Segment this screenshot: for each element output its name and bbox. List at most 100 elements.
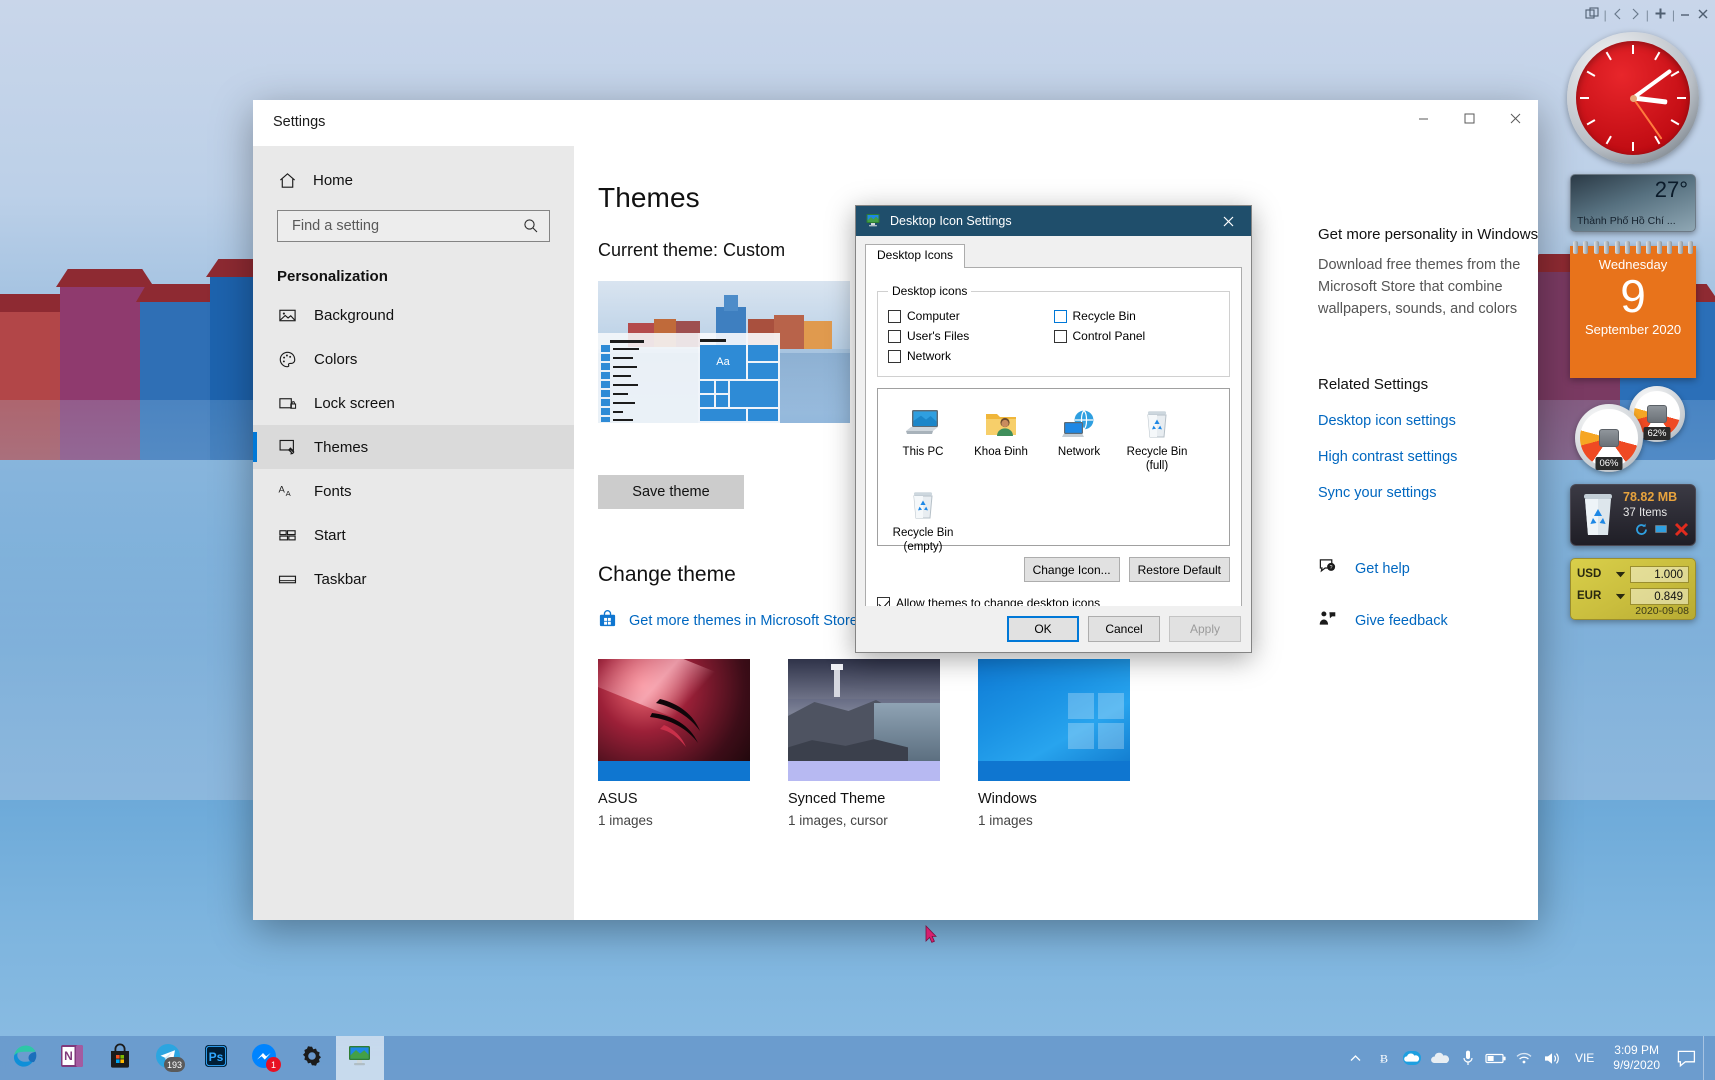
checkbox-box[interactable]	[1053, 309, 1067, 323]
theme-thumbnail[interactable]	[788, 659, 940, 781]
checkbox-box[interactable]	[888, 329, 901, 343]
sidebar-item-fonts[interactable]: AA Fonts	[253, 469, 574, 513]
onedrive-icon[interactable]	[1399, 1036, 1425, 1080]
theme-thumbnail[interactable]	[978, 659, 1130, 781]
close-icon[interactable]	[1697, 8, 1709, 23]
preview-icon-recycle-bin-empty[interactable]: Recycle Bin (empty)	[884, 480, 962, 555]
checkbox-box[interactable]	[888, 309, 901, 323]
give-feedback-row[interactable]: Give feedback	[1318, 609, 1538, 633]
settings-titlebar[interactable]: Settings	[253, 100, 1538, 146]
add-icon[interactable]	[1654, 7, 1667, 23]
sidebar-item-home[interactable]: Home	[253, 162, 574, 198]
search-icon[interactable]	[523, 218, 549, 234]
sidebar-item-lock-screen[interactable]: Lock screen	[253, 381, 574, 425]
minimize-button[interactable]	[1400, 100, 1446, 136]
link-high-contrast-settings[interactable]: High contrast settings	[1318, 449, 1538, 465]
microphone-icon[interactable]	[1455, 1036, 1481, 1080]
calendar-gadget[interactable]: Wednesday 9 September 2020	[1570, 241, 1696, 378]
theme-card-windows[interactable]: Windows 1 images	[978, 659, 1130, 828]
empty-icon[interactable]	[1674, 522, 1689, 542]
link-sync-your-settings[interactable]: Sync your settings	[1318, 485, 1538, 501]
preview-icon-this-pc[interactable]: This PC	[884, 399, 962, 474]
svg-text:N: N	[64, 1049, 73, 1063]
checkbox-box[interactable]	[1053, 329, 1067, 343]
icon-preview-list[interactable]: This PC Khoa Đinh Network Recycle Bin (f…	[877, 388, 1230, 553]
settings-gear-icon	[300, 1044, 324, 1073]
close-button[interactable]	[1492, 100, 1538, 136]
checkbox-network[interactable]: Network	[888, 349, 1054, 363]
get-more-themes-link[interactable]: Get more themes in Microsoft Store	[629, 613, 858, 629]
chevron-down-icon[interactable]	[1616, 587, 1625, 605]
current-theme-preview[interactable]: Aa	[598, 281, 850, 423]
restore-default-button[interactable]: Restore Default	[1128, 557, 1230, 582]
preview-icon-network[interactable]: Network	[1040, 399, 1118, 474]
weather-gadget[interactable]: 27° Thành Phố Hồ Chí ...	[1570, 174, 1696, 232]
taskbar-item-edge[interactable]	[0, 1036, 48, 1080]
desktop-gadgets: | | | 27° Thành Phố Hồ Chí ... Wednesday…	[1557, 4, 1709, 620]
refresh-icon[interactable]	[1635, 523, 1648, 541]
theme-thumbnail[interactable]	[598, 659, 750, 781]
dialog-titlebar[interactable]: Desktop Icon Settings	[856, 206, 1251, 236]
svg-text:A: A	[285, 488, 291, 497]
tab-desktop-icons[interactable]: Desktop Icons	[865, 244, 966, 269]
checkbox-computer[interactable]: Computer	[888, 309, 1054, 323]
taskbar-item-store[interactable]	[96, 1036, 144, 1080]
ok-button[interactable]: OK	[1007, 616, 1079, 642]
checkbox-users-files[interactable]: User's Files	[888, 329, 1054, 343]
save-theme-button[interactable]: Save theme	[598, 475, 744, 509]
clock-gadget[interactable]	[1567, 32, 1699, 164]
taskbar-item-desktop-icon-settings[interactable]	[336, 1036, 384, 1080]
give-feedback-label[interactable]: Give feedback	[1355, 613, 1448, 629]
cloud-icon[interactable]	[1427, 1036, 1453, 1080]
search-input[interactable]	[278, 218, 523, 234]
link-desktop-icon-settings[interactable]: Desktop icon settings	[1318, 413, 1538, 429]
dialog-close-button[interactable]	[1206, 206, 1251, 236]
checkbox-control-panel[interactable]: Control Panel	[1053, 329, 1220, 343]
currency-row[interactable]: USD 1.000	[1577, 565, 1689, 583]
chevron-down-icon[interactable]	[1616, 565, 1625, 583]
get-help-label[interactable]: Get help	[1355, 561, 1410, 577]
taskbar-item-photoshop[interactable]: Ps	[192, 1036, 240, 1080]
theme-card-synced-theme[interactable]: Synced Theme 1 images, cursor	[788, 659, 940, 828]
cancel-button[interactable]: Cancel	[1088, 616, 1160, 642]
sidebar-item-themes[interactable]: Themes	[253, 425, 574, 469]
search-box[interactable]	[277, 210, 550, 242]
recycle-bin-gadget[interactable]: 78.82 MB 37 Items	[1570, 484, 1696, 546]
gadget-add-icon[interactable]	[1585, 6, 1599, 24]
minimize-icon[interactable]	[1680, 8, 1692, 23]
prev-icon[interactable]	[1612, 8, 1624, 23]
get-help-row[interactable]: ? Get help	[1318, 557, 1538, 581]
theme-card-asus[interactable]: ASUS 1 images	[598, 659, 750, 828]
taskbar-item-telegram[interactable]: 193	[144, 1036, 192, 1080]
taskbar-language[interactable]: VIE	[1567, 1051, 1602, 1065]
maximize-button[interactable]	[1446, 100, 1492, 136]
taskbar-item-settings[interactable]	[288, 1036, 336, 1080]
sidebar-item-taskbar[interactable]: Taskbar	[253, 557, 574, 601]
apply-button[interactable]: Apply	[1169, 616, 1241, 642]
sidebar-item-background[interactable]: Background	[253, 293, 574, 337]
cpu-meter[interactable]: 06%	[1575, 404, 1643, 472]
currency-gadget[interactable]: USD 1.000 EUR 0.849 2020-09-08	[1570, 558, 1696, 620]
currency-date: 2020-09-08	[1635, 605, 1689, 617]
wifi-icon[interactable]	[1511, 1036, 1537, 1080]
taskbar-item-messenger[interactable]: 1	[240, 1036, 288, 1080]
open-icon[interactable]	[1654, 523, 1668, 541]
taskbar-item-onenote[interactable]: N	[48, 1036, 96, 1080]
currency-row[interactable]: EUR 0.849	[1577, 587, 1689, 605]
system-meters-gadget[interactable]: 62% 06%	[1557, 386, 1709, 472]
sidebar-item-colors[interactable]: Colors	[253, 337, 574, 381]
preview-icon-recycle-bin-full[interactable]: Recycle Bin (full)	[1118, 399, 1196, 474]
taskbar-clock[interactable]: 3:09 PM 9/9/2020	[1604, 1043, 1669, 1073]
unikey-icon[interactable]: Ƀ	[1371, 1036, 1397, 1080]
sidebar-item-start[interactable]: Start	[253, 513, 574, 557]
change-icon-button[interactable]: Change Icon...	[1023, 557, 1120, 582]
battery-icon[interactable]	[1483, 1036, 1509, 1080]
chevron-up-icon[interactable]	[1343, 1036, 1369, 1080]
checkbox-box[interactable]	[888, 349, 901, 363]
next-icon[interactable]	[1629, 8, 1641, 23]
checkbox-recycle-bin[interactable]: Recycle Bin	[1053, 309, 1220, 323]
action-center-icon[interactable]	[1671, 1036, 1701, 1080]
show-desktop-button[interactable]	[1703, 1036, 1711, 1080]
volume-icon[interactable]	[1539, 1036, 1565, 1080]
preview-icon-user-folder[interactable]: Khoa Đinh	[962, 399, 1040, 474]
